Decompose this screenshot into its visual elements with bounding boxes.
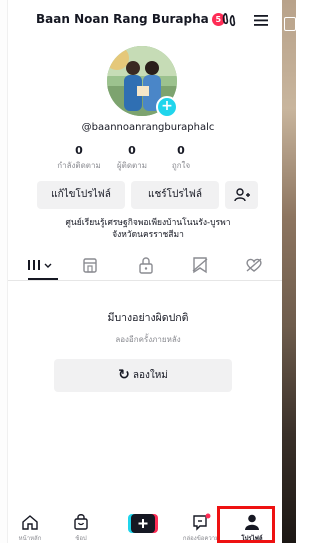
share-profile-button[interactable]: แชร์โปรไฟล์ — [131, 181, 219, 209]
profile-highlight-box — [217, 506, 275, 543]
retry-label: ลองใหม่ — [132, 370, 168, 381]
background-video-strip — [282, 0, 296, 543]
bio-line-2: จังหวัดนครราชสีมา — [112, 230, 184, 240]
bio-line-1: ศูนย์เรียนรู้เศรษฐกิจพอเพียงบ้านโนนรัง-บ… — [65, 218, 231, 228]
tab-liked-hidden-icon[interactable] — [244, 256, 264, 274]
nav-shop[interactable]: ช้อป — [59, 508, 103, 543]
overlay-icon — [284, 17, 296, 31]
error-title: มีบางอย่างผิดปกติ — [107, 312, 189, 324]
add-photo-button[interactable]: + — [156, 96, 178, 118]
tab-videos-grid-icon[interactable] — [26, 256, 54, 274]
edit-profile-button[interactable]: แก้ไขโปรไฟล์ — [37, 181, 125, 209]
profile-title-text: Baan Noan Rang Burapha — [36, 12, 209, 26]
retry-button[interactable]: ↻ ลองใหม่ — [54, 359, 232, 392]
tab-private-lock-icon[interactable] — [136, 256, 156, 274]
username: @baannoanrangburaphalc — [81, 122, 215, 133]
add-friend-icon — [233, 188, 250, 202]
bio: ศูนย์เรียนรู้เศรษฐกิจพอเพียงบ้านโนนรัง-บ… — [30, 217, 266, 241]
home-icon — [22, 515, 38, 530]
footprints-icon[interactable] — [220, 10, 240, 30]
left-edge — [0, 0, 8, 543]
nav-home-label: หน้าหลัก — [18, 535, 42, 542]
stat-likes[interactable]: 0 ถูกใจ — [146, 144, 216, 172]
tab-saved-hidden-icon[interactable] — [190, 256, 210, 274]
nav-shop-label: ช้อป — [75, 535, 87, 542]
stat-likes-label: ถูกใจ — [171, 161, 191, 170]
content-tabs — [8, 250, 282, 281]
profile-title[interactable]: Baan Noan Rang Burapha 5 — [36, 12, 225, 26]
create-post-button[interactable] — [128, 514, 158, 533]
shop-bag-icon — [74, 514, 88, 530]
top-bar: Baan Noan Rang Burapha 5 — [8, 0, 282, 40]
app-frame: Baan Noan Rang Burapha 5 + @baannoanrangb… — [0, 0, 296, 543]
inbox-message-icon — [193, 513, 211, 531]
add-friend-button[interactable] — [225, 181, 258, 209]
error-subtitle: ลองอีกครั้งภายหลัง — [115, 335, 181, 344]
refresh-icon: ↻ — [118, 367, 130, 383]
active-tab-indicator — [28, 278, 58, 280]
tab-shop-icon[interactable] — [80, 256, 100, 274]
stat-likes-value: 0 — [177, 144, 185, 157]
nav-home[interactable]: หน้าหลัก — [8, 508, 52, 543]
menu-icon[interactable] — [251, 10, 271, 30]
